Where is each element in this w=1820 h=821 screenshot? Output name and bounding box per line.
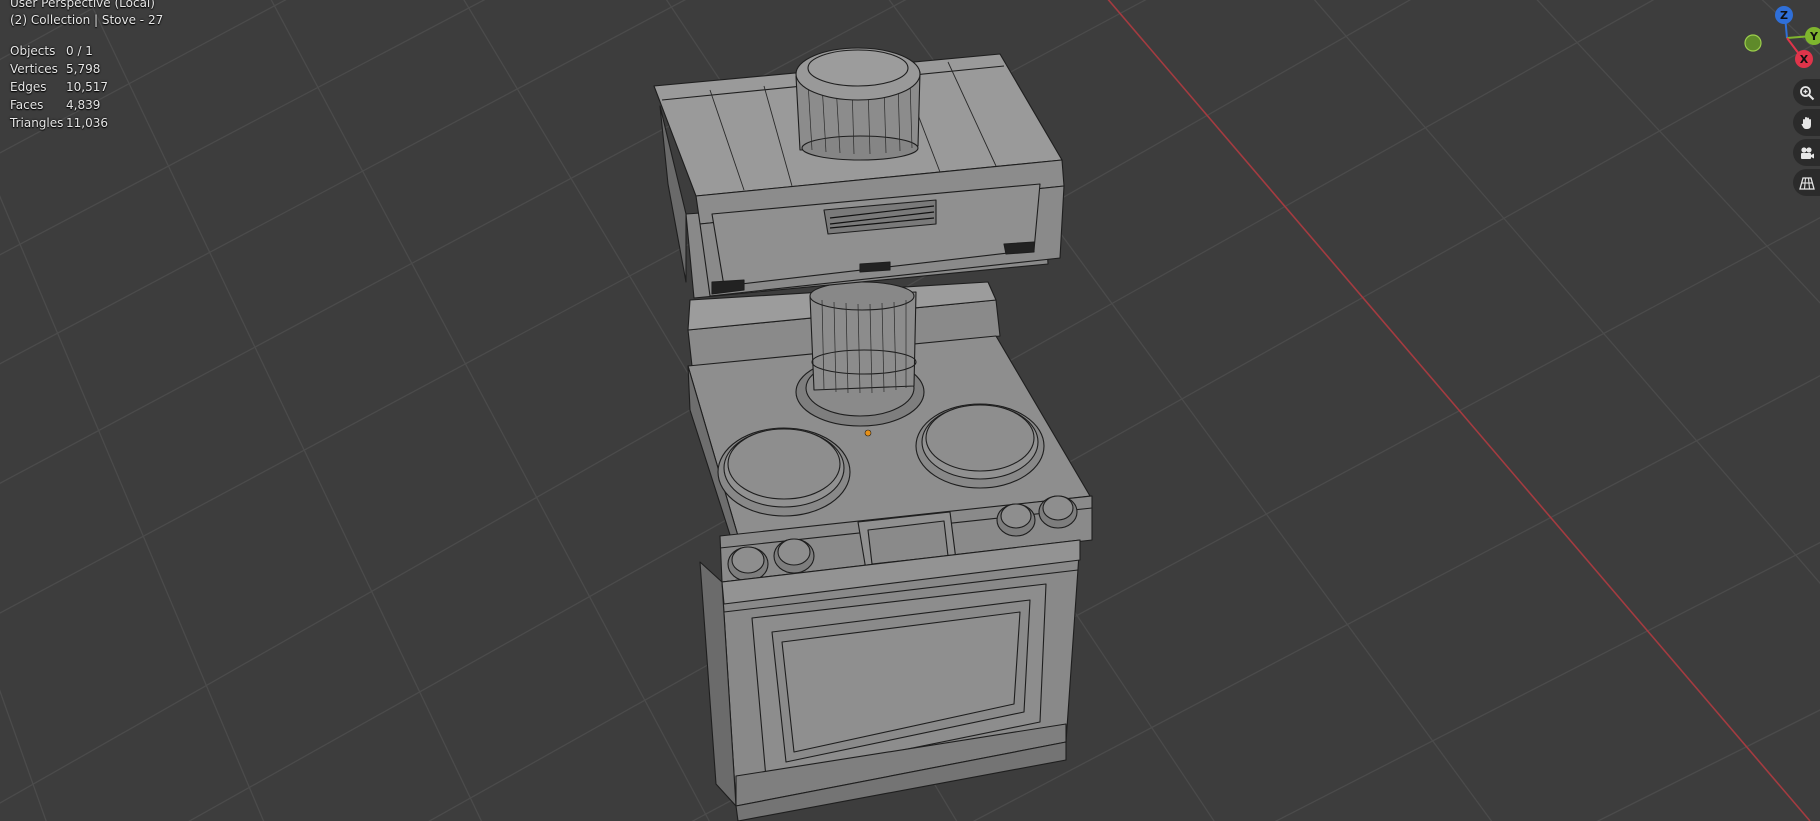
stat-label: Faces [10,98,44,112]
camera-icon [1801,146,1814,159]
grid-icon [1799,176,1815,190]
stat-label: Objects [10,44,56,58]
scene-statistics: Objects 0 / 1 Vertices 5,798 Edges 10,51… [10,43,108,132]
gizmo-y-label: Y [1809,30,1819,43]
stove-mesh [653,47,1093,821]
stat-value: 0 / 1 [66,44,93,58]
gizmo-z-label: Z [1780,9,1788,22]
object-origin-icon [864,429,872,437]
camera-view-button[interactable] [1793,139,1820,166]
gizmo-x-label: X [1800,53,1809,66]
stat-value: 11,036 [66,116,108,130]
stat-label: Edges [10,80,47,94]
perspective-toggle-button[interactable] [1793,169,1820,196]
gizmo-neg-y[interactable] [1744,34,1762,52]
stat-value: 10,517 [66,80,108,94]
viewport-scene[interactable] [0,0,1820,821]
zoom-tool-button[interactable] [1793,79,1820,106]
collection-line: (2) Collection | Stove - 27 [10,13,164,27]
stat-value: 5,798 [66,62,101,76]
x-axis-line [1107,0,1811,821]
pan-tool-button[interactable] [1793,109,1820,136]
hand-icon [1801,116,1811,129]
navigation-gizmo[interactable]: Z Y X [1740,0,1820,70]
stat-label: Vertices [10,62,58,76]
stat-value: 4,839 [66,98,101,112]
magnify-plus-icon [1800,85,1815,100]
3d-viewport[interactable]: User Perspective (Local) (2) Collection … [0,0,1820,821]
stat-label: Triangles [10,116,64,130]
view-name: User Perspective (Local) [10,0,155,10]
viewport-header-text: User Perspective (Local) (2) Collection … [10,0,163,29]
